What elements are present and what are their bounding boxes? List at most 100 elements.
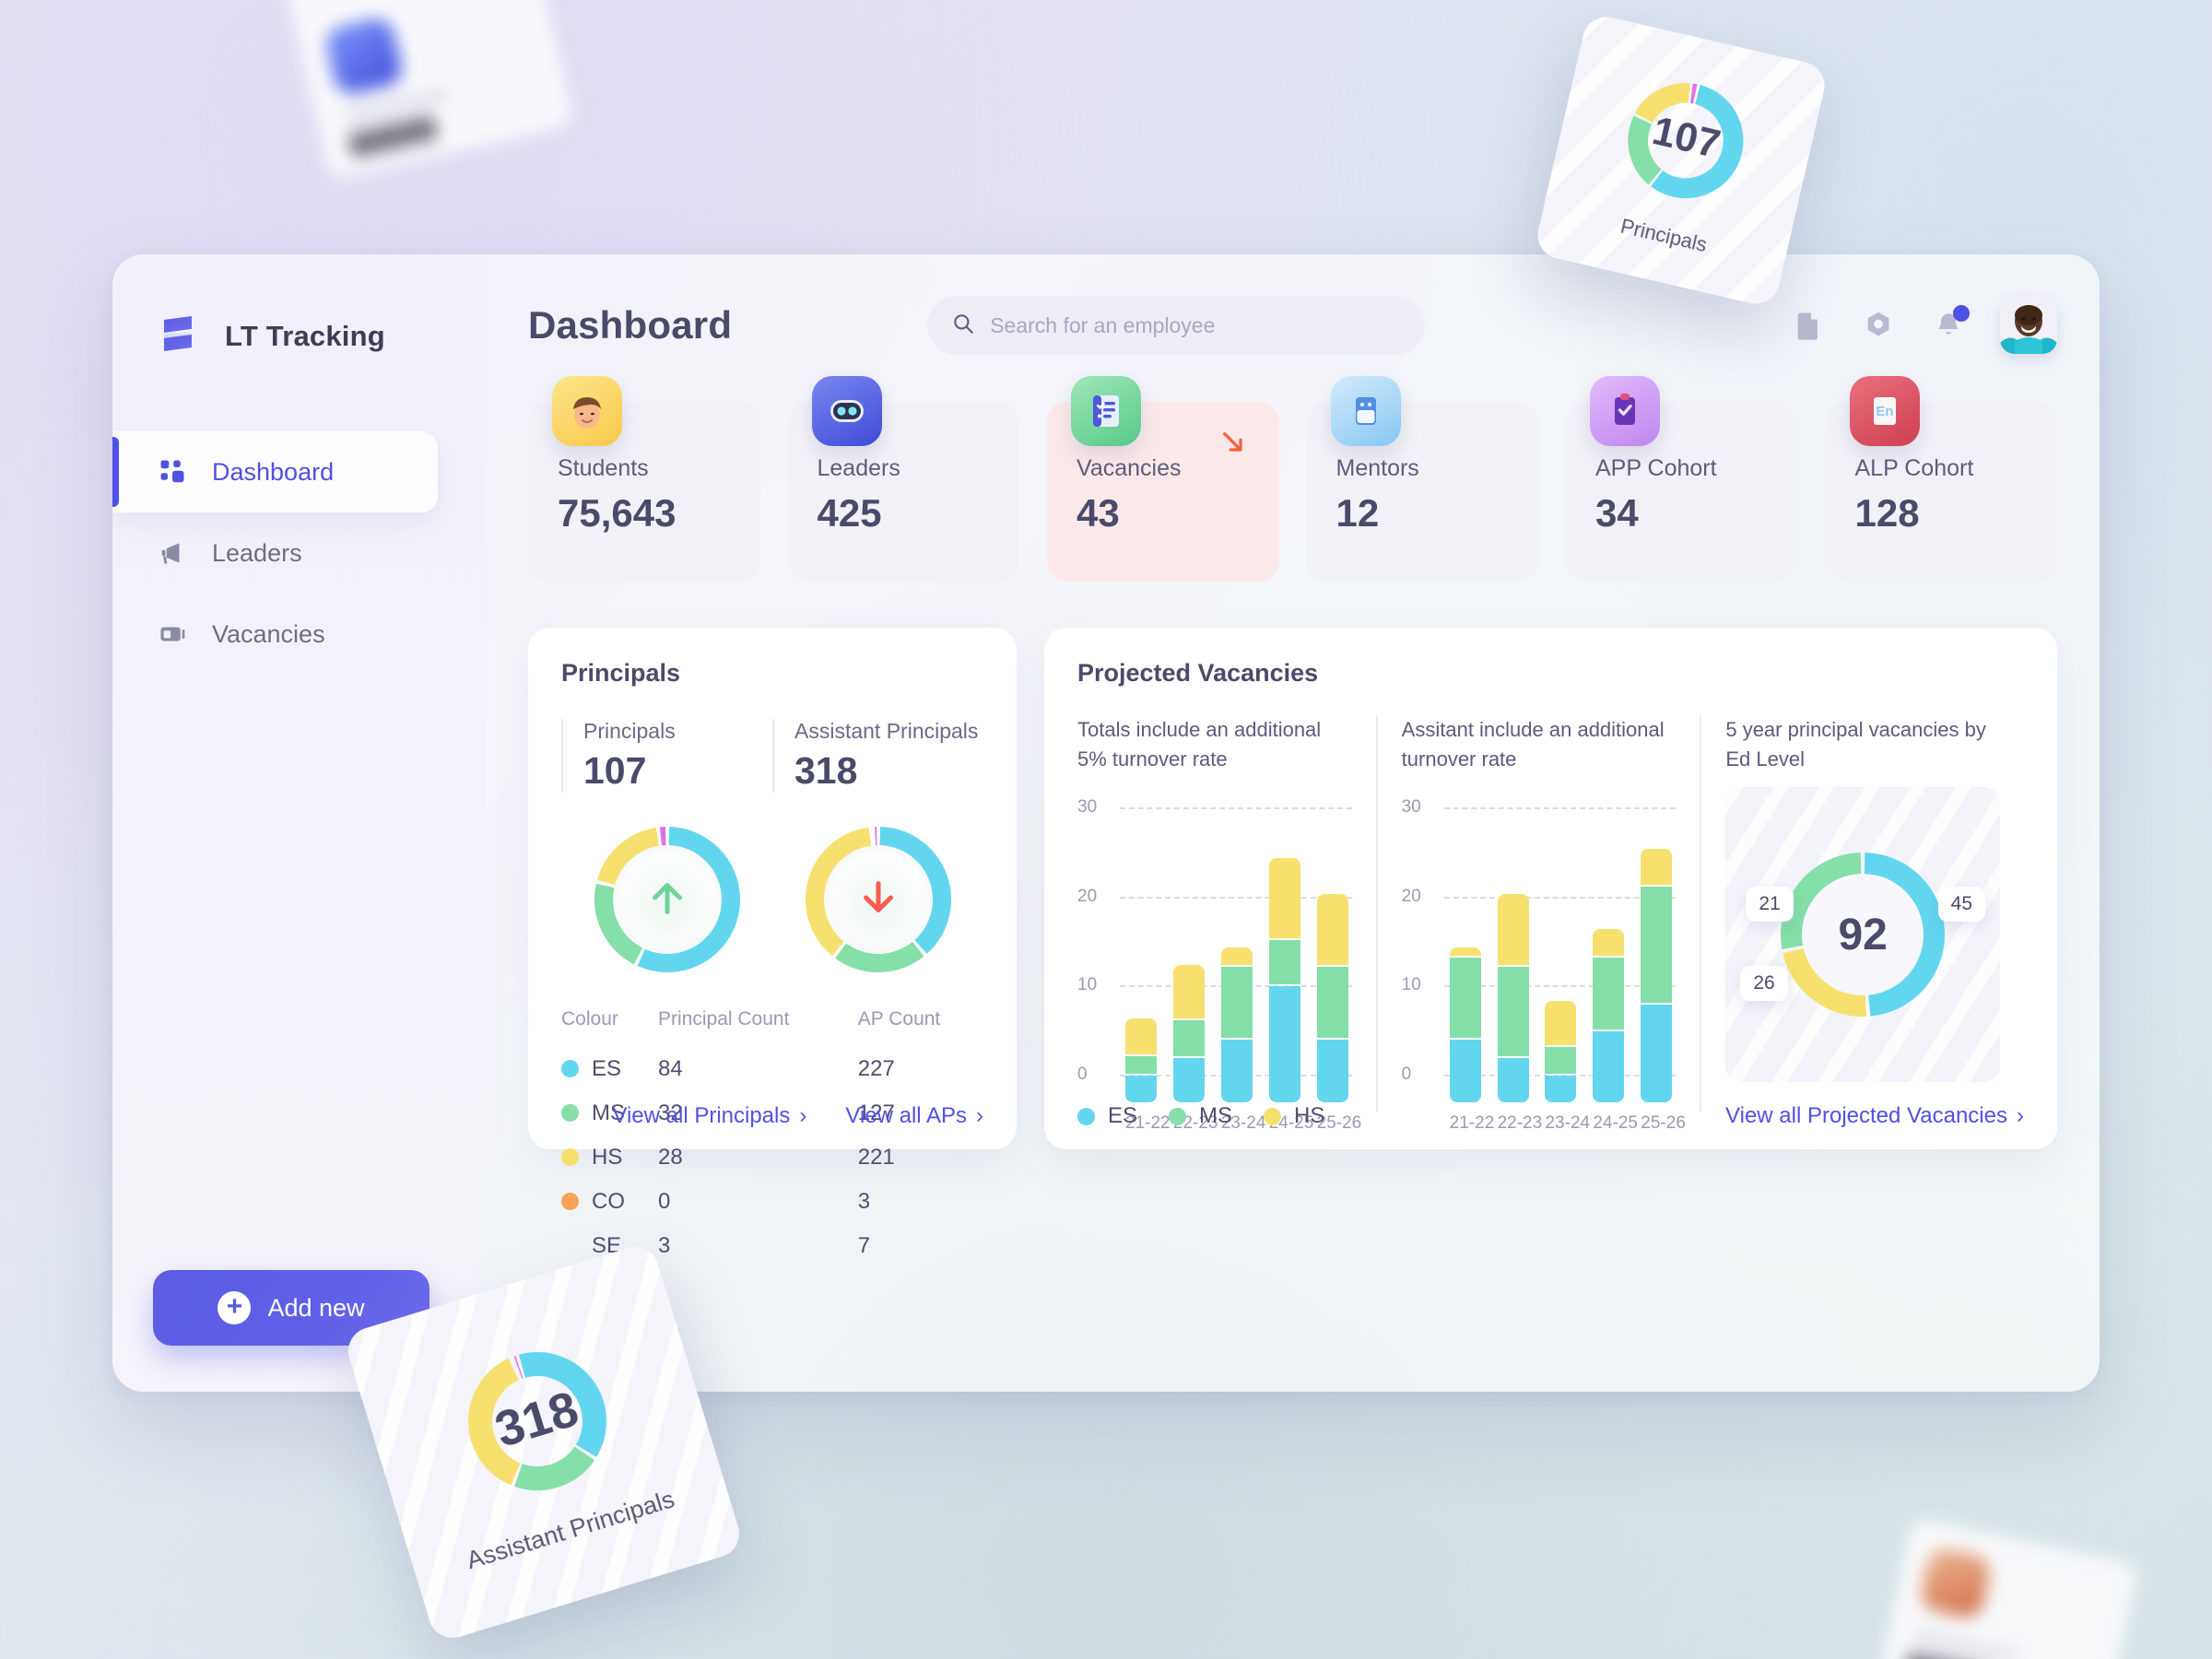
bar-stack	[1172, 965, 1205, 1102]
add-new-label: Add new	[267, 1293, 365, 1322]
bar-segment-es	[1449, 1040, 1481, 1102]
assistant-principals-donut-chart	[795, 817, 961, 982]
stat-card-students[interactable]: Students 75,643	[528, 376, 760, 582]
background-card-line	[1911, 1629, 2020, 1659]
vacancies-panel-footer: ES MS HS View all Projected Vacancies ›	[1044, 1103, 2057, 1129]
bar-segment-hs	[1593, 929, 1625, 957]
principal-count-cell: 0	[658, 1189, 671, 1214]
stat-card-leaders[interactable]: Leaders 425	[787, 376, 1019, 582]
table-header-row: Colour Principal Count AP Count	[561, 1008, 983, 1047]
gridline	[1120, 807, 1352, 809]
notification-badge	[1953, 305, 1970, 322]
view-all-principals-link[interactable]: View all Principals ›	[612, 1103, 806, 1129]
ap-count-cell: 221	[857, 1145, 895, 1170]
bar-segment-ms	[1125, 1055, 1157, 1074]
brand-name: LT Tracking	[225, 320, 385, 352]
search-bar[interactable]	[927, 296, 1426, 355]
megaphone-icon	[157, 537, 188, 569]
table-row: CO 0 3	[561, 1180, 983, 1224]
stat-card-app-cohort[interactable]: APP Cohort 34	[1566, 376, 1798, 582]
stat-label: Mentors	[1335, 455, 1419, 481]
ed-chip-hs: 21	[1746, 887, 1794, 922]
totals-vacancies-bar-chart: 30 20 10 0 21-22 22-23 23-24 24-25 25-26	[1077, 797, 1361, 1133]
stat-label: APP Cohort	[1595, 455, 1717, 481]
bar-segment-hs	[1172, 965, 1205, 1019]
user-avatar[interactable]	[2000, 297, 2057, 354]
bar-segment-hs	[1449, 947, 1481, 957]
y-axis-tick-label: 10	[1401, 975, 1421, 995]
bar-segment-ms	[1593, 958, 1625, 1030]
y-axis-tick-label: 0	[1077, 1065, 1088, 1084]
bar-segment-ms	[1449, 958, 1481, 1039]
bar-segment-ms	[1268, 940, 1300, 985]
gridline	[1443, 807, 1677, 809]
bar-segment-ms	[1220, 967, 1253, 1039]
legend-dot	[1077, 1107, 1095, 1125]
gear-icon[interactable]	[1860, 307, 1897, 344]
search-input[interactable]	[990, 312, 1402, 338]
chevron-right-icon: ›	[2017, 1103, 2024, 1128]
ed-chip-es: 45	[1937, 887, 1986, 922]
bar-segment-es	[1593, 1030, 1625, 1102]
stat-card-mentors[interactable]: Mentors 12	[1306, 376, 1538, 582]
sidebar-item-dashboard[interactable]: Dashboard	[112, 431, 438, 512]
principals-count-value: 107	[583, 749, 647, 792]
bar-stack	[1268, 858, 1300, 1102]
topbar-icons	[1790, 297, 2057, 354]
student-avatar-icon	[552, 376, 622, 446]
sidebar-item-vacancies[interactable]: Vacancies	[112, 594, 486, 675]
bar-segment-ms	[1497, 967, 1529, 1056]
bar-group	[1449, 835, 1673, 1102]
legend-dot	[1264, 1107, 1282, 1125]
bar-segment-es	[1172, 1057, 1205, 1102]
principals-donut-chart	[584, 817, 750, 982]
vacancies-column-assistant: Assitant include an additional turnover …	[1375, 715, 1700, 1133]
view-all-aps-link[interactable]: View all APs ›	[845, 1103, 983, 1129]
legend-dot	[1169, 1107, 1187, 1125]
bar-segment-hs	[1641, 849, 1673, 886]
en-badge-icon: En	[1849, 376, 1920, 446]
search-icon	[951, 312, 975, 340]
table-row: HS 28 221	[561, 1135, 983, 1180]
sidebar-nav: Dashboard Leaders Vacancies	[112, 431, 486, 675]
bar-segment-hs	[1220, 947, 1253, 966]
arrow-down-right-icon	[1218, 428, 1248, 465]
brand: LT Tracking	[112, 295, 486, 378]
stat-value: 43	[1077, 491, 1120, 535]
bar-segment-hs	[1545, 1000, 1577, 1045]
sidebar-item-leaders[interactable]: Leaders	[112, 512, 486, 594]
bar-segment-es	[1497, 1057, 1529, 1102]
stat-value: 128	[1854, 491, 1920, 535]
bar-segment-es	[1545, 1076, 1577, 1102]
legend-code-cell: ES	[561, 1047, 658, 1091]
vacancies-columns: Totals include an additional 5% turnover…	[1077, 715, 2024, 1133]
chart-subtitle: Totals include an additional 5% turnover…	[1077, 718, 1322, 771]
principals-panel-footer: View all Principals › View all APs ›	[528, 1103, 1017, 1129]
lt-logo-icon	[153, 311, 205, 362]
bar-group	[1125, 835, 1348, 1102]
chart-subtitle: Assitant include an additional turnover …	[1401, 718, 1665, 771]
view-all-projected-vacancies-link[interactable]: View all Projected Vacancies ›	[1725, 1103, 2024, 1129]
bar-segment-hs	[1125, 1018, 1157, 1054]
stat-value: 425	[817, 491, 882, 535]
legend-item-ms: MS	[1169, 1103, 1232, 1129]
ed-chip-ms: 26	[1740, 966, 1788, 1001]
background-card-icon	[323, 15, 406, 98]
stat-cards: Students 75,643 Leaders 425 Vacancies 43…	[528, 376, 2057, 582]
stat-label: ALP Cohort	[1854, 455, 1974, 481]
assistant-principals-count-block: Assistant Principals 318	[772, 719, 983, 793]
principals-count-label: Principals	[583, 719, 676, 743]
principals-trend	[612, 845, 722, 954]
panel-title: Principals	[561, 659, 681, 687]
sidebar-item-label: Vacancies	[212, 619, 325, 648]
app-window: LT Tracking Dashboard Leaders Vacancies …	[112, 254, 2100, 1392]
bar-segment-ms	[1172, 1020, 1205, 1056]
document-icon[interactable]	[1790, 307, 1827, 344]
stat-card-alp-cohort[interactable]: En ALP Cohort 128	[1825, 376, 2057, 582]
bar-segment-hs	[1316, 893, 1348, 966]
mentor-icon	[1330, 376, 1401, 446]
y-axis-tick-label: 20	[1077, 886, 1098, 906]
stat-card-vacancies[interactable]: Vacancies 43	[1047, 376, 1279, 582]
bell-icon[interactable]	[1930, 305, 1970, 344]
principals-count-block: Principals 107	[561, 719, 772, 793]
